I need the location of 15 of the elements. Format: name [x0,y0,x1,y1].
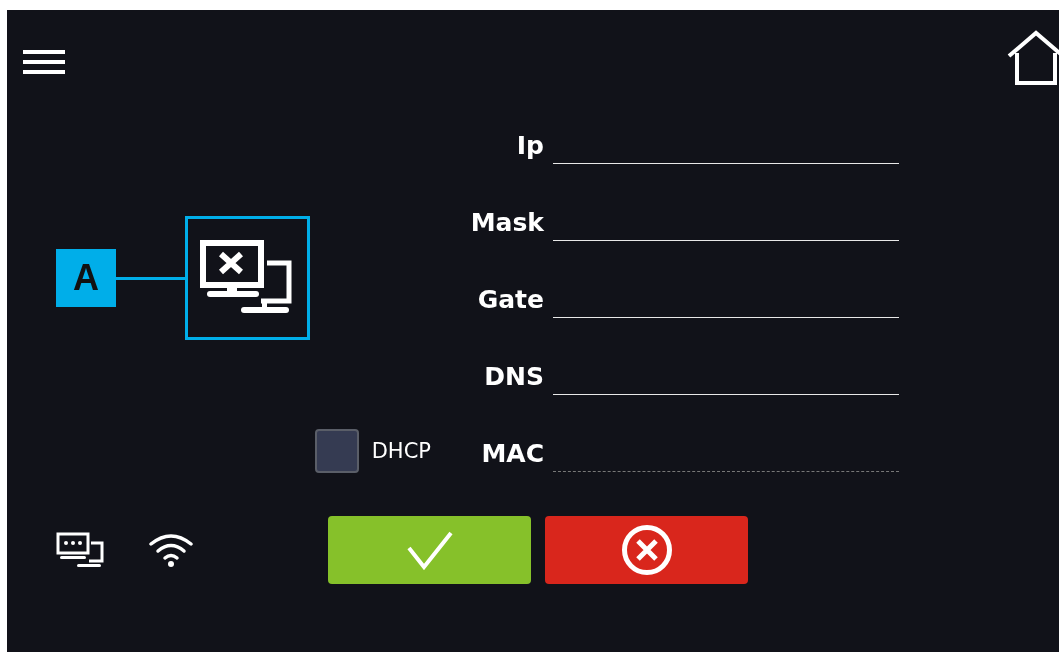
wifi-icon [148,532,194,568]
menu-icon[interactable] [23,49,65,75]
home-icon[interactable] [1007,30,1059,86]
field-label: DNS [484,362,544,391]
field-label: MAC [481,439,544,468]
cancel-button[interactable] [545,516,748,584]
network-icon [55,532,105,568]
checkmark-icon [405,530,454,570]
close-icon [620,524,673,576]
checkbox[interactable] [314,428,359,473]
field-label: Ip [516,131,544,160]
checkbox-label: DHCP [371,438,431,463]
field-label: Gate [477,285,544,314]
field-label: Mask [470,208,544,237]
callout-label: A [56,249,116,307]
